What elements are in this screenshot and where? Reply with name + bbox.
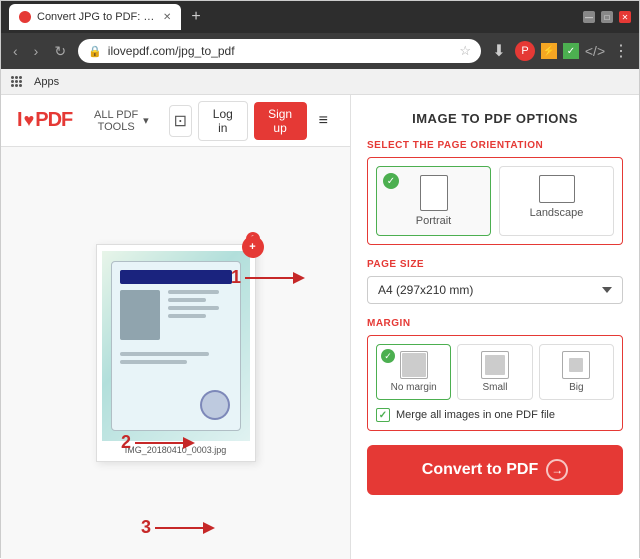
portrait-label: Portrait [416,215,451,227]
landscape-label: Landscape [530,207,584,219]
landscape-page-icon [539,175,575,203]
apps-grid-icon [11,76,22,87]
landscape-option[interactable]: Landscape [499,166,614,236]
annotation-2: 2 [121,432,195,453]
margin-section: MARGIN ✓ No margin [367,318,623,431]
download-icon[interactable]: ⬇ [489,41,509,61]
arrow-1-icon [245,268,305,288]
arrow-2-icon [135,433,195,453]
tab-area: Convert JPG to PDF: Images JPG ✕ + [9,4,207,30]
page-size-select[interactable]: A4 (297x210 mm) [367,276,623,304]
big-margin-icon [562,351,590,379]
dropdown-arrow-icon: ▾ [143,114,149,127]
merge-label: Merge all images in one PDF file [396,409,555,421]
tab-favicon [19,11,31,23]
page-content: I ♥ PDF ALL PDF TOOLS ▾ ⊡ Log in Sign up… [1,95,639,559]
browser-addressbar: ‹ › ↻ 🔒 ilovepdf.com/jpg_to_pdf ☆ ⬇ P ⚡ … [1,33,639,69]
page-size-section: PAGE SIZE A4 (297x210 mm) [367,259,623,304]
orientation-options: ✓ Portrait Landscape [376,166,614,236]
address-bar[interactable]: 🔒 ilovepdf.com/jpg_to_pdf ☆ [78,39,481,63]
browser-titlebar: Convert JPG to PDF: Images JPG ✕ + — □ ✕ [1,1,639,33]
annotation-label-1: 1 [231,267,241,288]
add-file-button[interactable]: + [242,236,264,258]
browser-toolbar-icons: ⬇ P ⚡ ✓ </> ⋮ [489,41,631,61]
upload-area: 1 + [1,147,350,559]
portrait-check-icon: ✓ [383,173,399,189]
address-text: ilovepdf.com/jpg_to_pdf [108,44,454,58]
no-margin-option[interactable]: ✓ No margin [376,344,451,400]
no-margin-icon [400,351,428,379]
arrow-3-icon [155,518,215,538]
lock-icon: 🔒 [88,45,102,58]
small-margin-label: Small [482,382,507,393]
menu-dots-icon[interactable]: ⋮ [611,41,631,61]
big-margin-option[interactable]: Big [539,344,614,400]
convert-arrow-icon: → [546,459,568,481]
login-button[interactable]: Log in [198,101,247,141]
site-header: I ♥ PDF ALL PDF TOOLS ▾ ⊡ Log in Sign up… [1,95,350,147]
big-margin-label: Big [569,382,583,393]
small-margin-option[interactable]: Small [457,344,532,400]
close-button[interactable]: ✕ [619,11,631,23]
tab-title: Convert JPG to PDF: Images JPG [37,11,157,23]
refresh-button[interactable]: ↻ [50,41,70,62]
minimize-button[interactable]: — [583,11,595,23]
orientation-section: SELECT THE PAGE ORIENTATION ✓ Portrait L… [367,140,623,245]
page-size-label: PAGE SIZE [367,259,623,270]
maximize-button[interactable]: □ [601,11,613,23]
image-thumbnail [102,251,250,441]
orientation-label: SELECT THE PAGE ORIENTATION [367,140,623,151]
merge-row: ✓ Merge all images in one PDF file [376,408,614,422]
signup-button[interactable]: Sign up [254,102,307,140]
active-tab[interactable]: Convert JPG to PDF: Images JPG ✕ [9,4,181,30]
header-right: ⊡ Log in Sign up ≡ [169,101,334,141]
tab-close-button[interactable]: ✕ [163,12,171,23]
bookmark-star-icon[interactable]: ☆ [459,43,471,59]
annotation-label-3: 3 [141,517,151,538]
portrait-option[interactable]: ✓ Portrait [376,166,491,236]
annotation-label-2: 2 [121,432,131,453]
margin-label: MARGIN [367,318,623,329]
site-logo[interactable]: I ♥ PDF [17,109,72,132]
fake-id-card [111,261,241,431]
monitor-icon[interactable]: ⊡ [169,105,192,137]
extension-icon-2[interactable]: ✓ [563,43,579,59]
merge-checkbox[interactable]: ✓ [376,408,390,422]
orientation-box: ✓ Portrait Landscape [367,157,623,245]
bookmarks-bar: Apps [1,69,639,95]
window-controls: — □ ✕ [583,11,631,23]
convert-to-pdf-button[interactable]: Convert to PDF → [367,445,623,495]
convert-btn-label: Convert to PDF [422,461,538,479]
new-tab-button[interactable]: + [185,6,206,28]
all-tools-button[interactable]: ALL PDF TOOLS ▾ [84,105,156,137]
no-margin-label: No margin [391,382,437,393]
apps-bookmark[interactable]: Apps [28,74,65,90]
logo-heart-icon: ♥ [24,110,34,131]
devtools-icon[interactable]: </> [585,41,605,61]
logo-pdf: PDF [35,109,72,132]
margin-box: ✓ No margin Small [367,335,623,431]
merge-check-icon: ✓ [379,410,387,421]
annotation-1: 1 [231,267,305,288]
no-margin-check-icon: ✓ [381,349,395,363]
forward-button[interactable]: › [30,41,43,61]
logo-i: I [17,109,22,132]
hamburger-menu-button[interactable]: ≡ [313,108,334,134]
options-title: IMAGE TO PDF OPTIONS [367,111,623,126]
back-button[interactable]: ‹ [9,41,22,61]
left-panel: I ♥ PDF ALL PDF TOOLS ▾ ⊡ Log in Sign up… [1,95,351,559]
small-margin-icon [481,351,509,379]
profile-icon[interactable]: P [515,41,535,61]
portrait-page-icon [420,175,448,211]
right-panel: IMAGE TO PDF OPTIONS SELECT THE PAGE ORI… [351,95,639,559]
extension-icon-1[interactable]: ⚡ [541,43,557,59]
annotation-3: 3 [141,517,215,538]
margin-options: ✓ No margin Small [376,344,614,400]
